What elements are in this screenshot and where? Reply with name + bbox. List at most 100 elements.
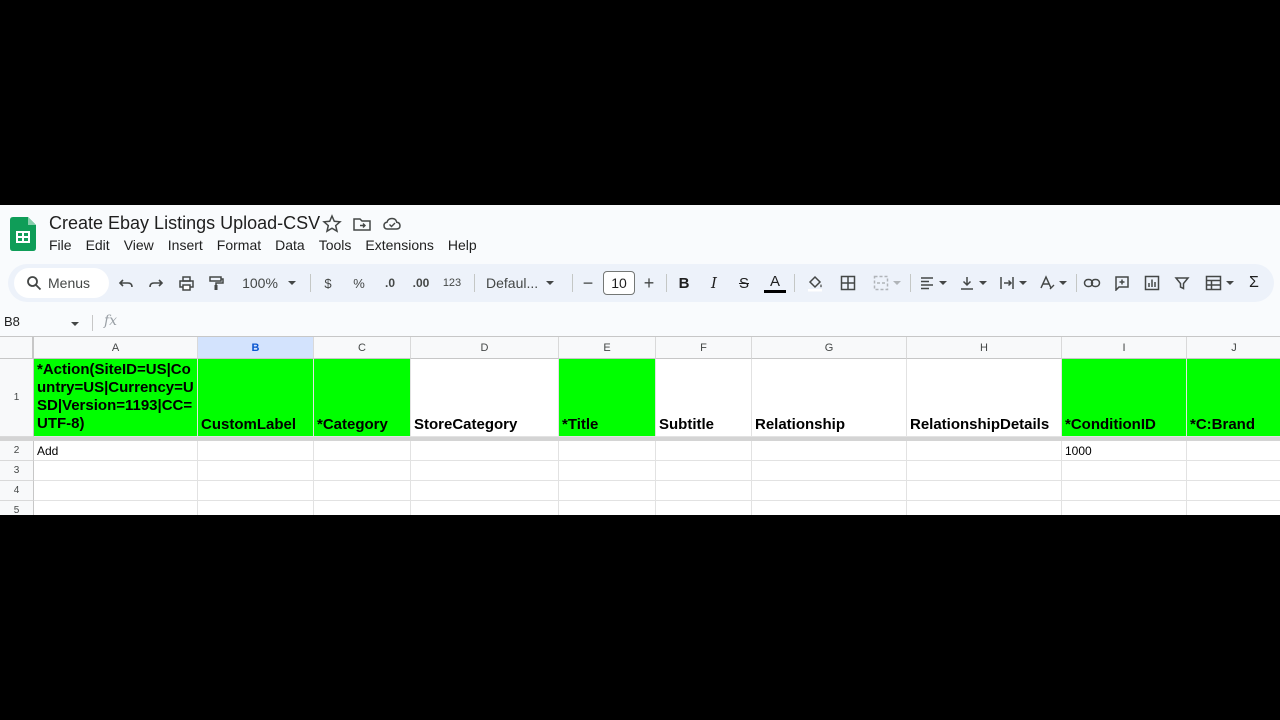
cell-f4[interactable] <box>656 481 752 501</box>
row-header-5[interactable]: 5 <box>0 501 34 515</box>
cell-g4[interactable] <box>752 481 907 501</box>
cell-g1[interactable]: Relationship <box>752 359 907 437</box>
cell-g5[interactable] <box>752 501 907 515</box>
row-header-4[interactable]: 4 <box>0 481 34 501</box>
cell-i5[interactable] <box>1062 501 1187 515</box>
menu-extensions[interactable]: Extensions <box>365 236 433 256</box>
column-header-g[interactable]: G <box>752 337 907 359</box>
column-header-b[interactable]: B <box>198 337 314 359</box>
cell-f3[interactable] <box>656 461 752 481</box>
row-header-3[interactable]: 3 <box>0 461 34 481</box>
menu-tools[interactable]: Tools <box>319 236 352 256</box>
cell-b3[interactable] <box>198 461 314 481</box>
cell-c3[interactable] <box>314 461 411 481</box>
cell-d5[interactable] <box>411 501 559 515</box>
cell-e3[interactable] <box>559 461 656 481</box>
cloud-saved-icon[interactable] <box>382 214 402 234</box>
cell-f2[interactable] <box>656 441 752 461</box>
cell-a2[interactable]: Add <box>34 441 198 461</box>
star-icon[interactable] <box>322 214 342 234</box>
sheets-logo-icon[interactable] <box>10 217 36 251</box>
number-format-button[interactable]: 123 <box>440 264 464 302</box>
column-header-a[interactable]: A <box>34 337 198 359</box>
cell-j4[interactable] <box>1187 481 1280 501</box>
menu-edit[interactable]: Edit <box>86 236 110 256</box>
cell-a1[interactable]: *Action(SiteID=US|Country=US|Currency=US… <box>34 359 198 437</box>
menu-insert[interactable]: Insert <box>168 236 203 256</box>
column-header-i[interactable]: I <box>1062 337 1187 359</box>
column-header-f[interactable]: F <box>656 337 752 359</box>
currency-format-button[interactable]: $ <box>318 264 338 302</box>
cell-i1[interactable]: *ConditionID <box>1062 359 1187 437</box>
cell-i2[interactable]: 1000 <box>1062 441 1187 461</box>
cell-e5[interactable] <box>559 501 656 515</box>
column-header-h[interactable]: H <box>907 337 1062 359</box>
cell-a3[interactable] <box>34 461 198 481</box>
cell-j2[interactable] <box>1187 441 1280 461</box>
cell-c5[interactable] <box>314 501 411 515</box>
text-rotation-button[interactable] <box>1036 264 1070 302</box>
cell-c2[interactable] <box>314 441 411 461</box>
print-button[interactable] <box>176 264 196 302</box>
menu-help[interactable]: Help <box>448 236 477 256</box>
cell-d4[interactable] <box>411 481 559 501</box>
filter-button[interactable] <box>1172 264 1192 302</box>
menu-format[interactable]: Format <box>217 236 261 256</box>
cell-b4[interactable] <box>198 481 314 501</box>
zoom-select[interactable]: 100% <box>236 264 302 302</box>
borders-button[interactable] <box>838 264 858 302</box>
percent-format-button[interactable]: % <box>349 264 369 302</box>
cell-d3[interactable] <box>411 461 559 481</box>
text-wrapping-button[interactable] <box>996 264 1030 302</box>
cell-a5[interactable] <box>34 501 198 515</box>
column-header-j[interactable]: J <box>1187 337 1280 359</box>
column-header-c[interactable]: C <box>314 337 411 359</box>
row-header-2[interactable]: 2 <box>0 441 34 461</box>
document-title[interactable]: Create Ebay Listings Upload-CSV <box>49 213 320 234</box>
cell-h5[interactable] <box>907 501 1062 515</box>
increase-decimal-button[interactable]: .00 <box>409 264 433 302</box>
cell-j1[interactable]: *C:Brand <box>1187 359 1280 437</box>
text-color-button[interactable]: A <box>764 264 786 302</box>
cell-f1[interactable]: Subtitle <box>656 359 752 437</box>
cell-c4[interactable] <box>314 481 411 501</box>
cell-c1[interactable]: *Category <box>314 359 411 437</box>
font-family-select[interactable]: Defaul... <box>482 264 564 302</box>
search-menus-button[interactable]: Menus <box>14 268 109 298</box>
redo-button[interactable] <box>146 264 166 302</box>
font-size-input[interactable]: 10 <box>603 271 635 295</box>
cell-e4[interactable] <box>559 481 656 501</box>
move-folder-icon[interactable] <box>352 214 372 234</box>
cell-h1[interactable]: RelationshipDetails <box>907 359 1062 437</box>
merge-cells-button[interactable] <box>870 264 904 302</box>
name-box[interactable]: B8 <box>4 314 20 329</box>
decrease-font-size-button[interactable]: − <box>579 264 597 302</box>
menu-file[interactable]: File <box>49 236 72 256</box>
increase-font-size-button[interactable]: + <box>640 264 658 302</box>
cell-e2[interactable] <box>559 441 656 461</box>
cell-e1[interactable]: *Title <box>559 359 656 437</box>
insert-link-button[interactable] <box>1082 264 1102 302</box>
paint-format-button[interactable] <box>206 264 226 302</box>
formula-input[interactable] <box>124 311 1274 335</box>
menu-data[interactable]: Data <box>275 236 305 256</box>
table-view-button[interactable] <box>1202 264 1236 302</box>
bold-button[interactable]: B <box>674 264 694 302</box>
cell-i3[interactable] <box>1062 461 1187 481</box>
chevron-down-icon[interactable] <box>71 320 79 328</box>
italic-button[interactable]: I <box>704 264 724 302</box>
insert-comment-button[interactable] <box>1112 264 1132 302</box>
insert-chart-button[interactable] <box>1142 264 1162 302</box>
cell-b5[interactable] <box>198 501 314 515</box>
cell-f5[interactable] <box>656 501 752 515</box>
cell-j3[interactable] <box>1187 461 1280 481</box>
horizontal-align-button[interactable] <box>916 264 950 302</box>
decrease-decimal-button[interactable]: .0 <box>379 264 401 302</box>
cell-j5[interactable] <box>1187 501 1280 515</box>
cell-b2[interactable] <box>198 441 314 461</box>
cell-a4[interactable] <box>34 481 198 501</box>
cell-g2[interactable] <box>752 441 907 461</box>
fill-color-button[interactable] <box>804 264 826 302</box>
cell-i4[interactable] <box>1062 481 1187 501</box>
cell-h3[interactable] <box>907 461 1062 481</box>
